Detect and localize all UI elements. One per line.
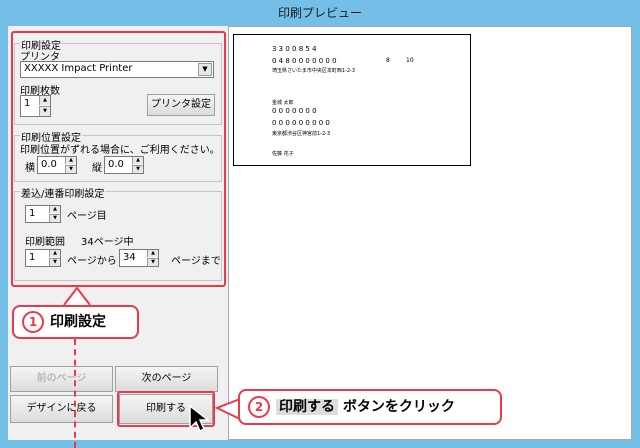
callout-pointer-1 bbox=[63, 286, 91, 306]
callout-1-text: 印刷設定 bbox=[50, 314, 106, 330]
prev-page-button[interactable]: 前のページ bbox=[10, 366, 113, 392]
callout-print-settings: 1 印刷設定 bbox=[12, 305, 139, 339]
back-to-design-button[interactable]: デザインに戻る bbox=[10, 395, 113, 423]
window-title: 印刷プレビュー bbox=[277, 6, 362, 20]
name-text: 金城 太郎 bbox=[272, 100, 294, 106]
postal-code-text: 3 3 0 0 8 5 4 bbox=[272, 45, 317, 53]
step-2-badge: 2 bbox=[248, 396, 270, 418]
settings-highlight-box bbox=[11, 31, 226, 287]
preview-area: 3 3 0 0 8 5 4 0 4 8 0 0 0 0 0 0 0 8 10 埼… bbox=[228, 26, 632, 440]
callout-click-print: 2 印刷する ボタンをクリック bbox=[238, 389, 502, 425]
name-text-2: 佐藤 花子 bbox=[272, 151, 294, 157]
address-text-2: 東京都渋谷区神宮前1-2-3 bbox=[272, 131, 331, 137]
preview-value-a: 8 bbox=[386, 57, 390, 64]
next-page-button[interactable]: 次のページ bbox=[115, 366, 218, 392]
phone-number-text: 0 4 8 0 0 0 0 0 0 0 bbox=[272, 57, 337, 65]
mouse-cursor-icon bbox=[189, 404, 210, 433]
dashed-guide-line bbox=[74, 339, 76, 448]
step-1-badge: 1 bbox=[22, 311, 44, 333]
preview-value-b: 10 bbox=[406, 57, 414, 64]
callout-2-highlight: 印刷する bbox=[276, 399, 338, 415]
code-text-2: 0 0 0 0 0 0 0 0 0 bbox=[272, 119, 330, 127]
callout-2-text: ボタンをクリック bbox=[338, 399, 455, 415]
code-text-1: 0 0 0 0 0 0 0 bbox=[272, 107, 317, 115]
preview-page: 3 3 0 0 8 5 4 0 4 8 0 0 0 0 0 0 0 8 10 埼… bbox=[233, 34, 471, 166]
address-text: 埼玉県さいたま市中央区本町西1-2-3 bbox=[272, 68, 356, 74]
